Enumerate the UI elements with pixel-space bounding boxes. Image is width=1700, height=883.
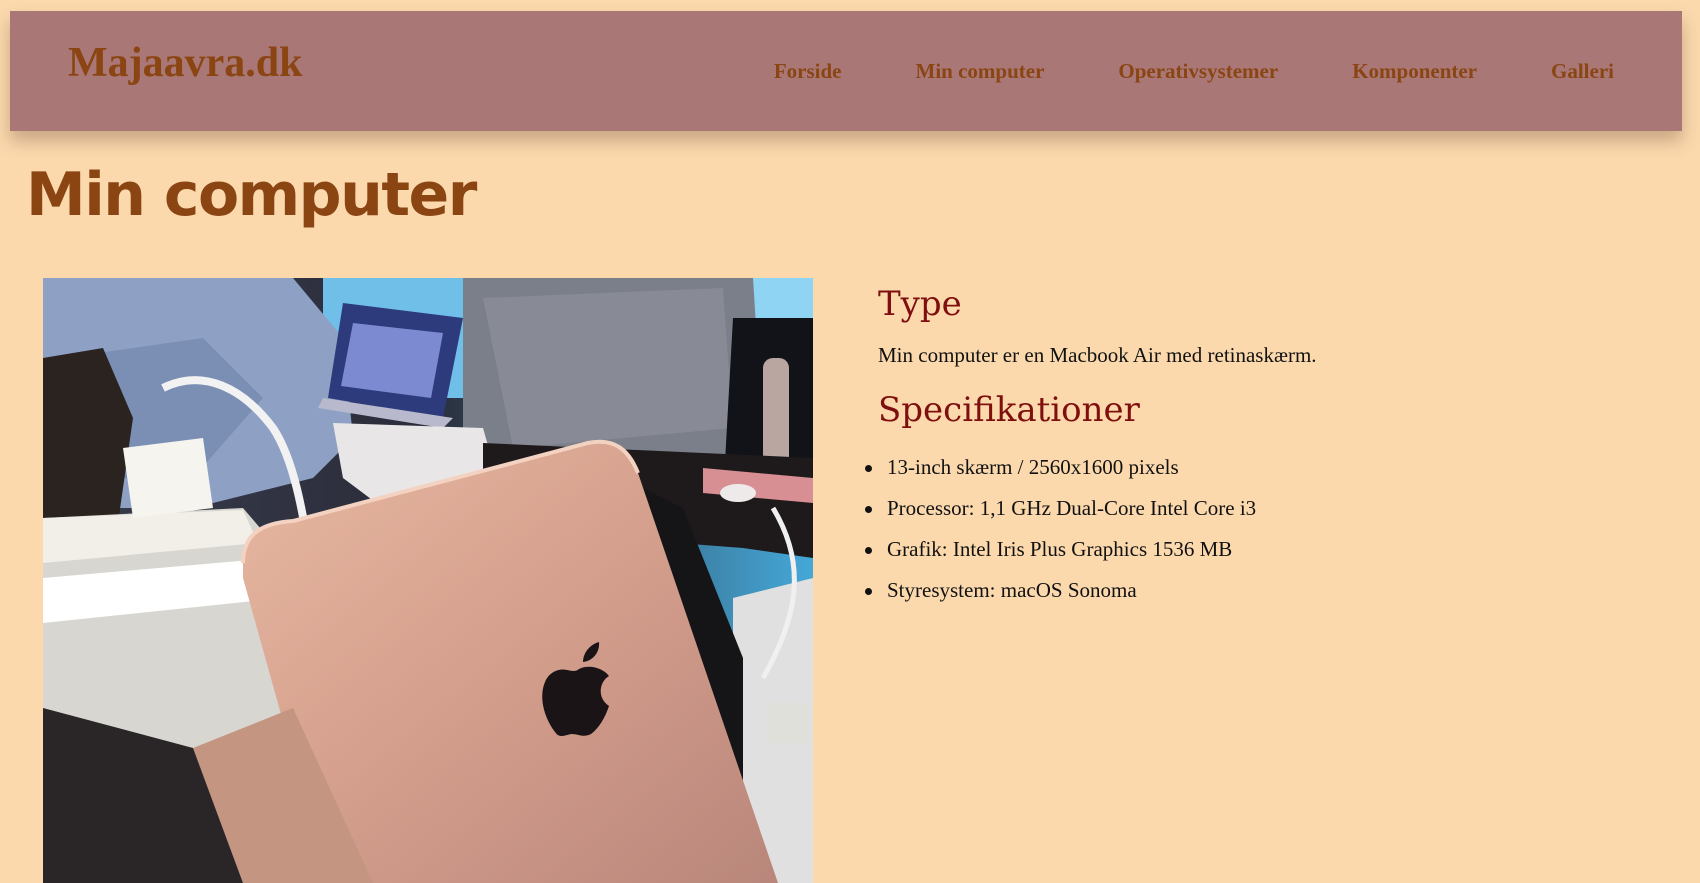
nav-link-komponenter[interactable]: Komponenter (1352, 59, 1477, 84)
bullet-icon (865, 547, 872, 554)
nav-link-galleri[interactable]: Galleri (1551, 59, 1614, 84)
main-nav: Forside Min computer Operativsystemer Ko… (774, 59, 1614, 84)
list-item: 13-inch skærm / 2560x1600 pixels (865, 455, 1638, 479)
spec-text: 13-inch skærm / 2560x1600 pixels (887, 455, 1179, 479)
spec-text: Processor: 1,1 GHz Dual-Core Intel Core … (887, 496, 1257, 520)
computer-info: Type Min computer er en Macbook Air med … (865, 280, 1638, 620)
spec-text: Styresystem: macOS Sonoma (887, 578, 1137, 602)
page-title: Min computer (26, 160, 477, 230)
nav-link-operativsystemer[interactable]: Operativsystemer (1118, 59, 1278, 84)
bullet-icon (865, 465, 872, 472)
type-description: Min computer er en Macbook Air med retin… (878, 343, 1317, 367)
list-item: Styresystem: macOS Sonoma (865, 578, 1638, 602)
list-item: Processor: 1,1 GHz Dual-Core Intel Core … (865, 496, 1638, 520)
site-logo[interactable]: Majaavra.dk (68, 39, 303, 87)
site-header: Majaavra.dk Forside Min computer Operati… (10, 11, 1682, 131)
bullet-icon (865, 506, 872, 513)
nav-link-forside[interactable]: Forside (774, 59, 842, 84)
specifications-heading: Specifikationer (878, 390, 1140, 430)
spec-text: Grafik: Intel Iris Plus Graphics 1536 MB (887, 537, 1233, 561)
specifications-list: 13-inch skærm / 2560x1600 pixels Process… (865, 455, 1638, 602)
list-item: Grafik: Intel Iris Plus Graphics 1536 MB (865, 537, 1638, 561)
computer-photo (43, 278, 813, 883)
nav-link-min-computer[interactable]: Min computer (916, 59, 1045, 84)
type-heading: Type (878, 284, 962, 324)
bullet-icon (865, 588, 872, 595)
